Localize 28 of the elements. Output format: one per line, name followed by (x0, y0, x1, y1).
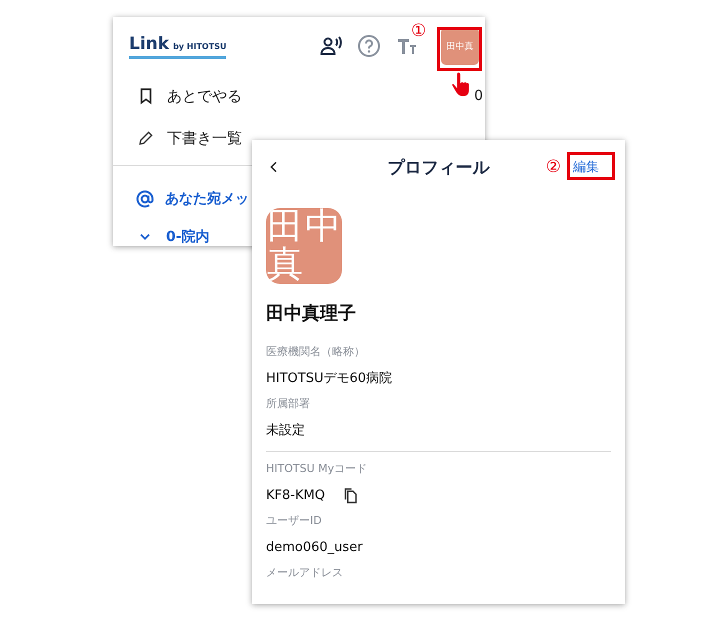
field-label: メールアドレス (266, 565, 344, 581)
edit-link[interactable]: 編集 (567, 158, 611, 176)
profile-avatar: 田 中 真 (266, 208, 342, 284)
field-value: KF8-KMQ (266, 488, 325, 502)
channel-item[interactable]: 0-院内 (166, 228, 210, 246)
item-count: 0 (474, 88, 483, 104)
field-value: demo060_user (266, 540, 363, 554)
person-voice-icon[interactable] (319, 34, 343, 58)
highlight-frame (437, 27, 482, 71)
page-title: プロフィール (386, 156, 491, 178)
step-marker: ② (546, 157, 561, 177)
field-value: 未設定 (266, 422, 305, 439)
menu-item[interactable]: 下書き一覧 (167, 128, 242, 148)
logo-byline: by HITOTSU (173, 42, 226, 50)
field-label: ユーザーID (266, 513, 323, 529)
user-name: 田中真理子 (266, 302, 357, 325)
menu-item[interactable]: あとでやる (167, 86, 242, 106)
field-value: HITOTSUデモ60病院 (266, 370, 392, 387)
field-label: HITOTSU Myコード (266, 461, 368, 477)
step-marker: ① (411, 21, 426, 41)
pencil-icon (137, 129, 155, 147)
field-label: 所属部署 (266, 396, 311, 412)
channel-item[interactable]: あなた宛メッ (165, 190, 249, 208)
highlight-frame (567, 152, 615, 180)
logo-text: Link (129, 34, 170, 54)
help-icon[interactable] (357, 34, 381, 58)
at-sign-icon (135, 189, 155, 209)
field-label: 医療機関名（略称） (266, 344, 366, 360)
